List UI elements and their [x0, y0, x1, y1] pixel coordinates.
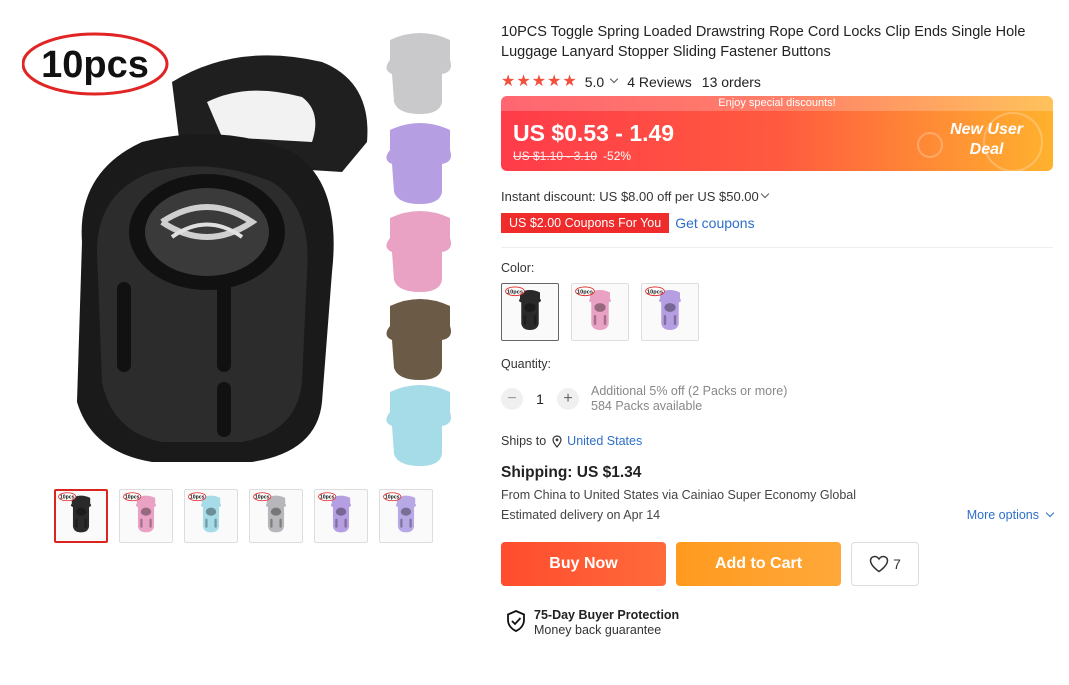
main-product-image[interactable]: 10pcs	[21, 22, 462, 472]
star-icon: ★	[531, 73, 547, 90]
shipping-cost: Shipping: US $1.34	[501, 464, 642, 481]
original-price-row: US $1.10 - 3.10 -52%	[513, 149, 631, 163]
star-icon: ★	[516, 73, 531, 90]
thumbnail[interactable]: 10pcs	[314, 489, 368, 543]
ships-to-label: Ships to	[501, 434, 547, 448]
quantity-value[interactable]: 1	[523, 391, 557, 407]
chevron-down-icon[interactable]	[760, 189, 770, 198]
wishlist-count: 7	[893, 556, 901, 572]
quantity-row: − 1 + Additional 5% off (2 Packs or more…	[501, 384, 1053, 414]
current-price: US $0.53 - 1.49	[513, 120, 675, 146]
reviews-link[interactable]: 4 Reviews	[627, 74, 692, 90]
thumbnail[interactable]: 10pcs	[184, 489, 238, 543]
blue-cord-lock-icon: 10pcs	[188, 491, 234, 542]
svg-text:10pcs: 10pcs	[385, 494, 400, 500]
color-swatch[interactable]: 10pcs	[501, 283, 559, 341]
star-icon: ★	[547, 73, 562, 90]
heart-icon	[869, 555, 889, 573]
delivery-row: Estimated delivery on Apr 14 More option…	[501, 508, 1055, 522]
svg-text:10pcs: 10pcs	[255, 494, 270, 500]
star-icon: ★	[501, 73, 516, 90]
chevron-down-icon	[1045, 508, 1055, 518]
original-price: US $1.10 - 3.10	[513, 149, 598, 163]
thumbnail[interactable]: 10pcs	[249, 489, 303, 543]
svg-text:10pcs: 10pcs	[60, 494, 75, 500]
color-label: Color:	[501, 261, 535, 275]
location-pin-icon	[552, 434, 562, 448]
buyer-protection[interactable]: 75-Day Buyer Protection Money back guara…	[501, 608, 1053, 637]
bulk-offer-text: Additional 5% off (2 Packs or more)	[591, 384, 788, 398]
color-variants-column	[386, 33, 451, 466]
quantity-decrease-button[interactable]: −	[501, 388, 523, 410]
add-to-cart-button[interactable]: Add to Cart	[676, 542, 841, 586]
divider	[501, 247, 1053, 248]
thumbnail[interactable]: 10pcs	[379, 489, 433, 543]
instant-discount[interactable]: Instant discount: US $8.00 off per US $5…	[501, 189, 1053, 204]
purple-cord-lock-icon: 10pcs	[645, 285, 695, 340]
shipping-route: From China to United States via Cainiao …	[501, 488, 857, 502]
size-chart-cord-lock-icon: 10pcs	[383, 491, 429, 542]
badge-text: 10pcs	[41, 44, 149, 86]
decor-circle	[917, 132, 943, 158]
thumbnail[interactable]: 10pcs	[54, 489, 108, 543]
quantity-label: Quantity:	[501, 357, 552, 371]
product-info: 10PCS Toggle Spring Loaded Drawstring Ro…	[501, 22, 1055, 637]
deal-line-1: New User	[950, 121, 1023, 138]
svg-text:10pcs: 10pcs	[577, 289, 593, 295]
deal-line-2: Deal	[969, 141, 1004, 158]
protection-title: 75-Day Buyer Protection	[534, 608, 680, 622]
protection-text: 75-Day Buyer Protection Money back guara…	[534, 608, 679, 637]
chevron-down-icon[interactable]	[609, 74, 619, 84]
svg-text:10pcs: 10pcs	[190, 494, 205, 500]
price-box: Enjoy special discounts! US $0.53 - 1.49…	[501, 96, 1053, 171]
black-cord-lock-illustration	[77, 55, 368, 462]
gray-cord-lock-icon: 10pcs	[253, 491, 299, 542]
new-user-deal-label: New User Deal	[950, 120, 1023, 160]
ships-to-row: Ships to United States	[501, 434, 1053, 448]
purple-cord-lock-icon: 10pcs	[318, 491, 364, 542]
orders-count: 13 orders	[701, 74, 761, 90]
black-cord-lock-icon: 10pcs	[505, 285, 555, 340]
thumbnail[interactable]: 10pcs	[119, 489, 173, 543]
svg-text:10pcs: 10pcs	[125, 494, 140, 500]
discount-banner: Enjoy special discounts!	[501, 96, 1053, 111]
stock-available-text: 584 Packs available	[591, 399, 703, 413]
quantity-badge: 10pcs	[21, 32, 169, 96]
more-options-label: More options	[966, 508, 1039, 522]
protection-subtitle: Money back guarantee	[534, 623, 662, 637]
color-swatch[interactable]: 10pcs	[571, 283, 629, 341]
get-coupons-link[interactable]: Get coupons	[675, 215, 754, 231]
rating-row: ★ ★ ★ ★ ★ 5.0 4 Reviews 13 orders	[501, 72, 1053, 92]
ships-to-country-link[interactable]: United States	[567, 434, 642, 448]
quantity-info: Additional 5% off (2 Packs or more) 584 …	[591, 384, 787, 414]
product-title: 10PCS Toggle Spring Loaded Drawstring Ro…	[501, 24, 1026, 60]
estimated-delivery: Estimated delivery on Apr 14	[501, 508, 661, 522]
thumbnail-strip: 10pcs 10pcs 10pcs 10pcs 10pcs 10pcs	[54, 489, 433, 543]
black-cord-lock-icon: 10pcs	[58, 491, 104, 542]
star-rating: ★ ★ ★ ★ ★	[501, 74, 577, 90]
more-options-link[interactable]: More options	[966, 508, 1055, 522]
discount-percent: -52%	[603, 149, 632, 163]
quantity-increase-button[interactable]: +	[557, 388, 579, 410]
instant-discount-text: Instant discount: US $8.00 off per US $5…	[501, 189, 759, 204]
coupon-row: US $2.00 Coupons For You Get coupons	[501, 213, 1053, 233]
pink-cord-lock-icon: 10pcs	[123, 491, 169, 542]
action-buttons: Buy Now Add to Cart 7	[501, 542, 1053, 586]
coupon-tag[interactable]: US $2.00 Coupons For You	[501, 213, 670, 233]
svg-text:10pcs: 10pcs	[647, 289, 663, 295]
pink-cord-lock-icon: 10pcs	[575, 285, 625, 340]
shield-check-icon	[507, 610, 525, 632]
svg-text:10pcs: 10pcs	[320, 494, 335, 500]
wishlist-button[interactable]: 7	[851, 542, 919, 586]
color-swatch[interactable]: 10pcs	[641, 283, 699, 341]
rating-score[interactable]: 5.0	[585, 74, 604, 90]
buy-now-button[interactable]: Buy Now	[501, 542, 666, 586]
svg-text:10pcs: 10pcs	[507, 289, 523, 295]
color-swatches: 10pcs 10pcs 10pcs	[501, 283, 1053, 341]
star-icon: ★	[562, 73, 577, 90]
